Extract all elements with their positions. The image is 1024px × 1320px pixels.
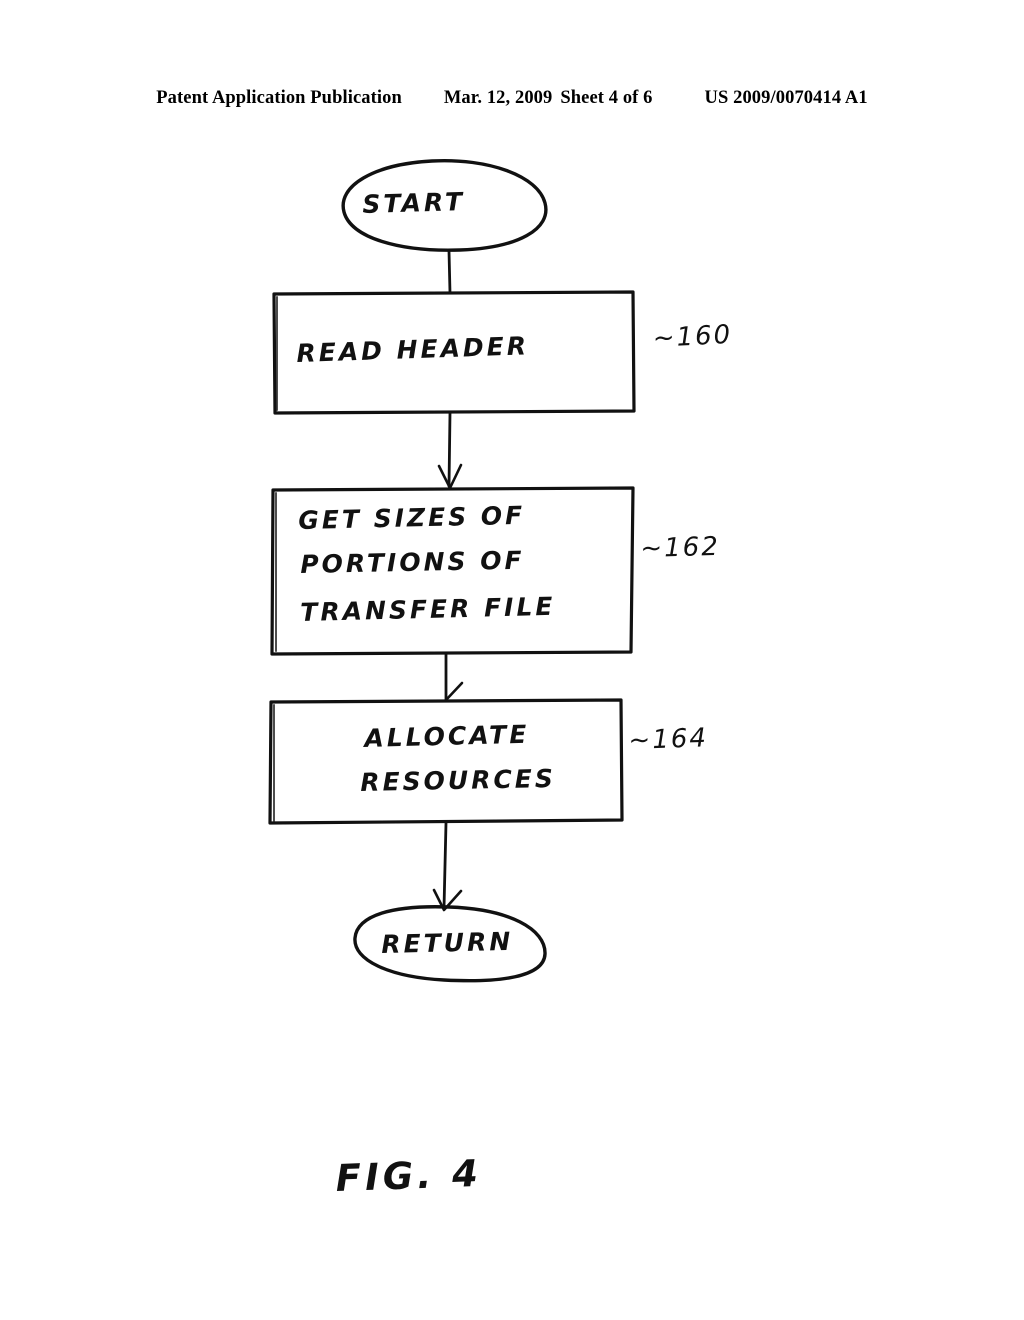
flowchart-figure (268, 158, 636, 983)
edge-read-header-to-get-sizes (447, 411, 452, 488)
reference-numeral-160: ~160 (652, 319, 733, 354)
return-label: RETURN (381, 926, 514, 959)
get-sizes-label-line-1: GET SIZES OF (298, 500, 526, 535)
allocate-label-line-1: ALLOCATE (364, 719, 530, 753)
figure-caption: FIG. 4 (335, 1151, 483, 1200)
allocate-label-line-2: RESOURCES (360, 763, 557, 797)
reference-numeral-162: ~162 (640, 531, 721, 564)
get-sizes-label-line-2: PORTIONS OF (300, 545, 525, 579)
reference-numeral-164: ~164 (628, 723, 709, 756)
allocate-box (268, 698, 624, 825)
edge-allocate-to-return (442, 821, 448, 910)
edge-start-to-read-header (447, 249, 452, 295)
arrowhead-to-allocate (444, 681, 464, 702)
start-label: START (362, 187, 466, 219)
